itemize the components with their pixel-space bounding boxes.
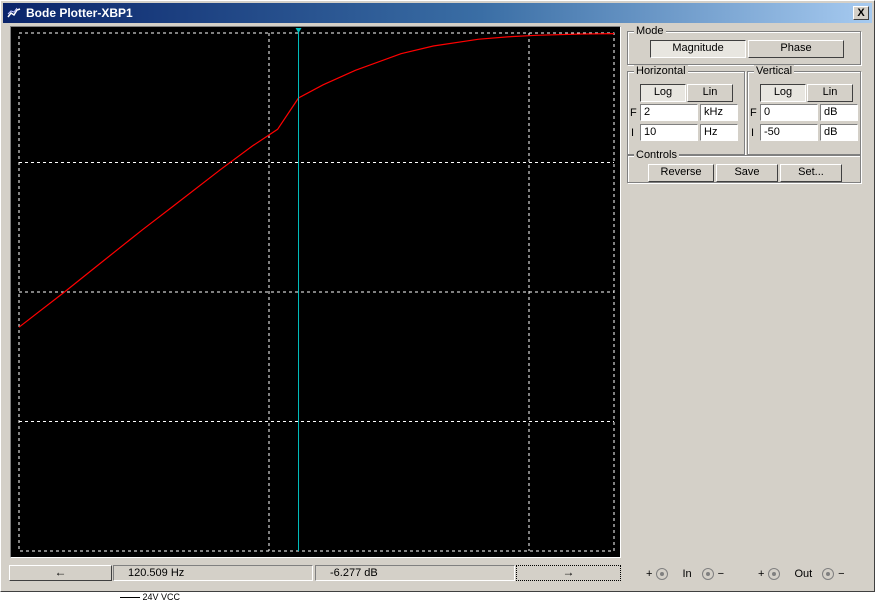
title-bar[interactable]: Bode Plotter-XBP1 X	[3, 3, 872, 23]
settings-panel: Mode Magnitude Phase Horizontal Log Lin …	[625, 25, 863, 185]
cursor-left-button[interactable]: ←	[9, 565, 112, 581]
horizontal-lin-button[interactable]: Lin	[687, 84, 733, 102]
horizontal-log-button[interactable]: Log	[640, 84, 686, 102]
input-terminals: + In −	[646, 568, 724, 580]
magnitude-readout: -6.277 dB	[315, 565, 515, 581]
bode-plot-area[interactable]	[10, 26, 621, 558]
output-minus-label: −	[838, 568, 845, 580]
reverse-button[interactable]: Reverse	[648, 164, 714, 182]
horizontal-final-value-field[interactable]: 2	[640, 104, 698, 121]
save-button[interactable]: Save	[716, 164, 778, 182]
schematic-wire	[120, 597, 140, 599]
vertical-final-unit-field[interactable]: dB	[820, 104, 858, 121]
bode-magnitude-chart	[18, 28, 615, 552]
output-minus-terminal-icon[interactable]	[822, 568, 835, 580]
output-label: Out	[794, 568, 813, 580]
left-arrow-icon: ←	[54, 565, 67, 579]
horizontal-initial-value-field[interactable]: 10	[640, 124, 698, 141]
horizontal-group: Horizontal Log Lin F 2 kHz I 10 Hz	[627, 65, 745, 155]
magnitude-series-line	[18, 33, 615, 328]
set-button[interactable]: Set...	[780, 164, 842, 182]
mode-group: Mode Magnitude Phase	[627, 25, 861, 65]
vertical-lin-button[interactable]: Lin	[807, 84, 853, 102]
bode-plotter-window: Bode Plotter-XBP1 X Mode Magnitude Phase…	[0, 0, 875, 592]
vertical-initial-value-field[interactable]: -50	[760, 124, 818, 141]
vertical-final-value-field[interactable]: 0	[760, 104, 818, 121]
output-plus-terminal-icon[interactable]	[768, 568, 781, 580]
frequency-readout: 120.509 Hz	[113, 565, 313, 581]
input-label: In	[682, 568, 692, 580]
cursor-right-button[interactable]: →	[516, 565, 621, 581]
cursor-handle-icon[interactable]	[295, 28, 302, 33]
horizontal-initial-label: I	[631, 127, 635, 139]
output-terminals: + Out −	[758, 568, 845, 580]
vertical-initial-label: I	[751, 127, 755, 139]
mode-group-label: Mode	[634, 25, 666, 37]
input-minus-label: −	[717, 568, 725, 580]
controls-group-label: Controls	[634, 149, 679, 161]
input-plus-label: +	[646, 568, 653, 580]
vertical-initial-unit-field[interactable]: dB	[820, 124, 858, 141]
schematic-vcc-text: 24V VCC	[142, 592, 181, 602]
horizontal-group-label: Horizontal	[634, 65, 688, 77]
vertical-final-label: F	[750, 107, 757, 119]
phase-button[interactable]: Phase	[748, 40, 844, 58]
controls-group: Controls Reverse Save Set...	[627, 149, 861, 183]
background-schematic-label: 24V VCC	[120, 592, 180, 602]
horizontal-final-unit-field[interactable]: kHz	[700, 104, 738, 121]
output-plus-label: +	[758, 568, 765, 580]
input-minus-terminal-icon[interactable]	[701, 568, 714, 580]
horizontal-final-label: F	[630, 107, 637, 119]
close-button[interactable]: X	[853, 6, 869, 20]
right-arrow-icon: →	[562, 565, 575, 579]
bode-plotter-icon	[7, 7, 21, 18]
magnitude-button[interactable]: Magnitude	[650, 40, 746, 58]
vertical-group-label: Vertical	[754, 65, 795, 77]
input-plus-terminal-icon[interactable]	[656, 568, 669, 580]
window-title: Bode Plotter-XBP1	[26, 6, 133, 20]
horizontal-initial-unit-field[interactable]: Hz	[700, 124, 738, 141]
vertical-group: Vertical Log Lin F 0 dB I -50 dB	[747, 65, 861, 155]
vertical-log-button[interactable]: Log	[760, 84, 806, 102]
